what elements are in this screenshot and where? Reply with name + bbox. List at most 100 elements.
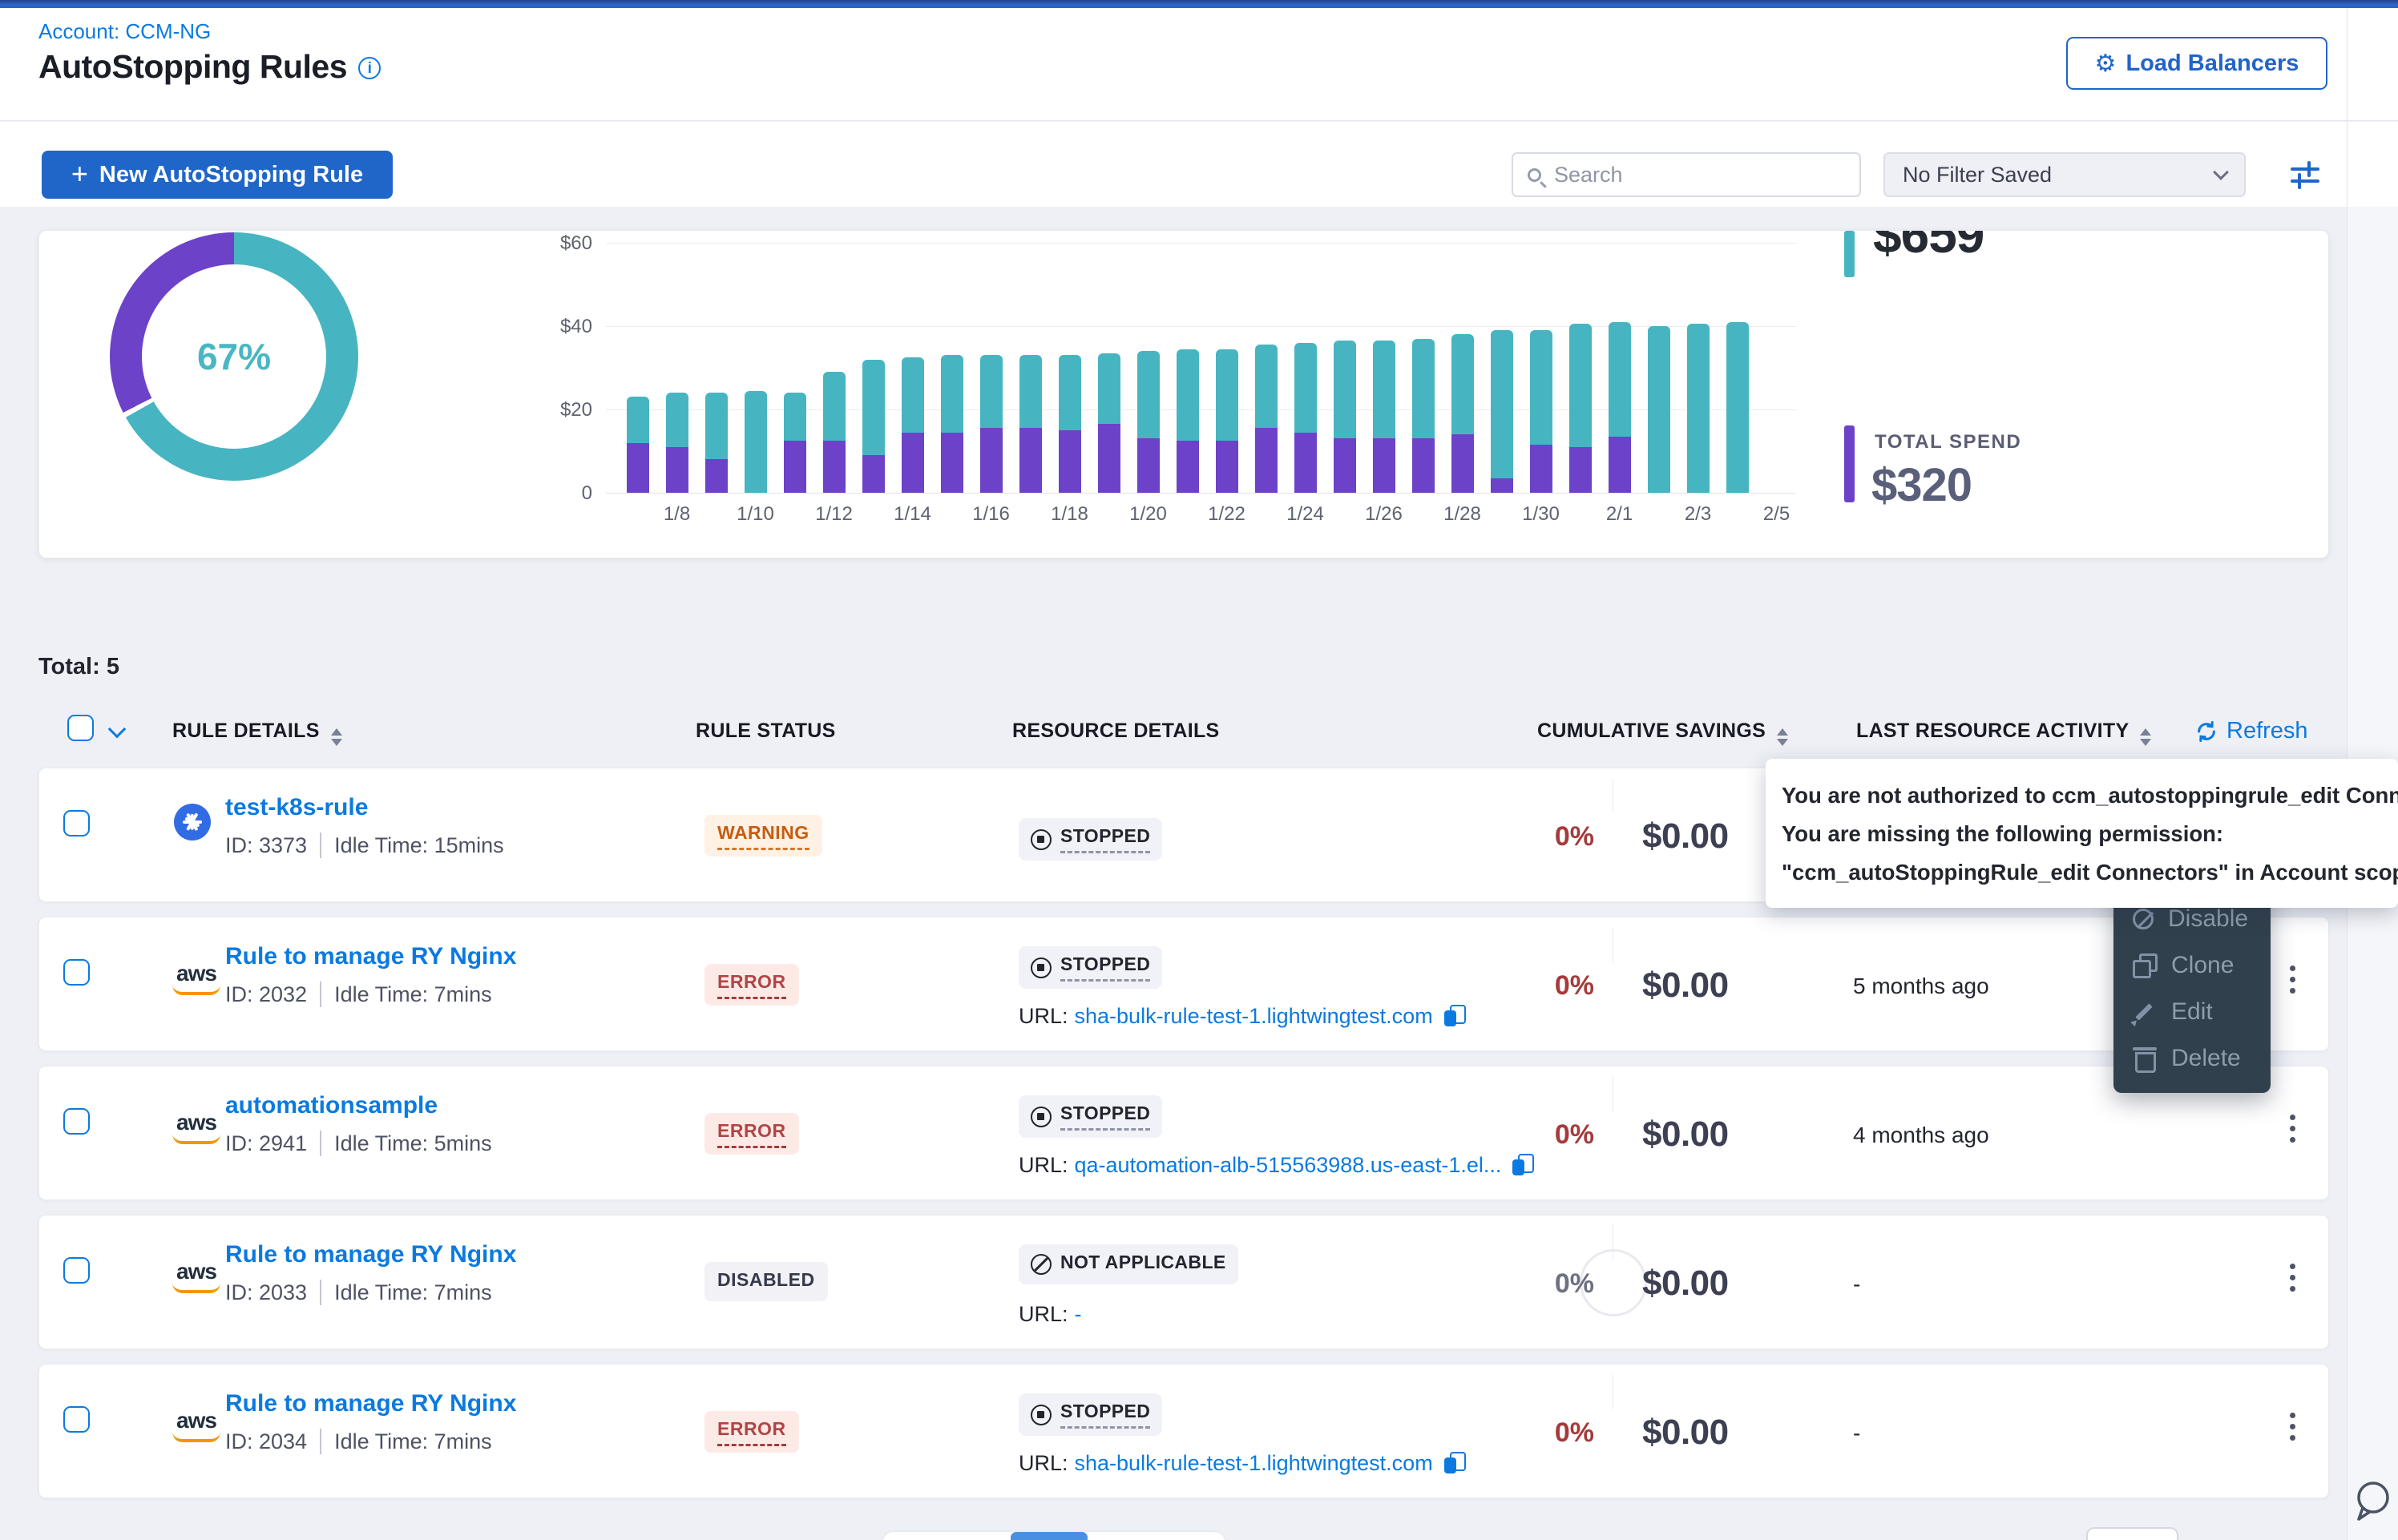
- select-all-checkbox[interactable]: [67, 715, 94, 741]
- column-rule-status: RULE STATUS: [696, 720, 836, 743]
- rule-name-link[interactable]: Rule to manage RY Nginx: [225, 1241, 516, 1268]
- x-axis-tick: 1/16: [971, 503, 1011, 526]
- savings-percentage: 0%: [1514, 1119, 1594, 1151]
- pagination-current-page[interactable]: [1011, 1532, 1088, 1540]
- y-axis-tick: $20: [544, 399, 592, 421]
- savings-value: $0.00: [1642, 1413, 1729, 1453]
- bar-slot: [1207, 231, 1246, 493]
- y-axis-tick: 0: [544, 482, 592, 505]
- x-axis-tick: 2/1: [1600, 503, 1639, 526]
- row-checkbox[interactable]: [63, 1108, 90, 1135]
- savings-value: $0.00: [1642, 1264, 1729, 1304]
- rule-name-link[interactable]: test-k8s-rule: [225, 794, 368, 821]
- x-axis-tick: [1325, 503, 1364, 526]
- aws-icon: aws: [172, 961, 220, 995]
- resource-url-link[interactable]: sha-bulk-rule-test-1.lightwingtest.com: [1075, 1004, 1433, 1029]
- tooltip-line: You are missing the following permission…: [1782, 815, 2398, 853]
- context-menu-item-delete[interactable]: Delete: [2113, 1035, 2271, 1082]
- resource-url-link[interactable]: -: [1075, 1302, 1082, 1327]
- rule-name-link[interactable]: Rule to manage RY Nginx: [225, 1390, 516, 1417]
- resource-url-link[interactable]: sha-bulk-rule-test-1.lightwingtest.com: [1075, 1451, 1433, 1476]
- bar-slot: [893, 231, 932, 493]
- filter-sliders-icon[interactable]: [2289, 159, 2321, 191]
- bar-slot: [775, 231, 814, 493]
- select-menu-chevron-icon[interactable]: [108, 720, 127, 739]
- column-last-resource-activity[interactable]: LAST RESOURCE ACTIVITY: [1856, 720, 2151, 746]
- refresh-button[interactable]: Refresh: [2194, 718, 2308, 744]
- rule-meta: ID: 2033Idle Time: 7mins: [225, 1280, 492, 1305]
- gear-icon: ⚙: [2095, 50, 2117, 78]
- stacked-bar: [1334, 341, 1356, 493]
- stacked-bar: [1177, 349, 1199, 493]
- load-balancers-button[interactable]: ⚙ Load Balancers: [2066, 37, 2327, 90]
- rule-name-link[interactable]: Rule to manage RY Nginx: [225, 943, 516, 970]
- stacked-bar: [980, 355, 1003, 493]
- context-menu-item-edit[interactable]: Edit: [2113, 989, 2271, 1035]
- resource-state-icon: [1031, 829, 1052, 850]
- stacked-bar: [1491, 330, 1513, 493]
- row-checkbox[interactable]: [63, 959, 90, 986]
- row-checkbox[interactable]: [63, 1257, 90, 1284]
- new-autostopping-rule-button[interactable]: + New AutoStopping Rule: [42, 151, 393, 199]
- bar-slot: [1246, 231, 1286, 493]
- stacked-bar: [627, 397, 649, 493]
- copy-icon[interactable]: [1444, 1005, 1465, 1029]
- table-row[interactable]: aws Rule to manage RY Nginx ID: 2034Idle…: [38, 1364, 2329, 1498]
- stacked-bar: [1726, 322, 1749, 493]
- page-size-selector[interactable]: [2086, 1527, 2178, 1540]
- rule-meta: ID: 2941Idle Time: 5mins: [225, 1131, 492, 1156]
- stacked-bar: [1609, 322, 1631, 493]
- x-axis-tick: 1/8: [657, 503, 696, 526]
- rule-name-link[interactable]: automationsample: [225, 1092, 438, 1119]
- table-row[interactable]: aws Rule to manage RY Nginx ID: 2032Idle…: [38, 917, 2329, 1051]
- info-icon[interactable]: i: [358, 57, 381, 79]
- sort-icon[interactable]: [331, 728, 342, 746]
- sort-icon[interactable]: [2140, 728, 2151, 746]
- resource-state-badge: NOT APPLICABLE: [1019, 1244, 1238, 1284]
- row-actions-kebab-icon[interactable]: [2283, 959, 2302, 1000]
- stacked-bar: [1412, 339, 1435, 493]
- copy-icon[interactable]: [1512, 1154, 1533, 1178]
- breadcrumb-account[interactable]: Account: CCM-NG: [38, 19, 211, 44]
- savings-percentage: 0%: [1514, 821, 1594, 853]
- chat-bubble-icon[interactable]: [2348, 1476, 2396, 1526]
- resource-state-badge: STOPPED: [1019, 818, 1162, 861]
- search-input[interactable]: [1552, 162, 1825, 188]
- context-menu-item-clone[interactable]: Clone: [2113, 942, 2271, 989]
- row-actions-kebab-icon[interactable]: [2283, 1257, 2302, 1298]
- table-row[interactable]: aws automationsample ID: 2941Idle Time: …: [38, 1066, 2329, 1200]
- x-axis-tick: 1/26: [1364, 503, 1403, 526]
- sort-icon[interactable]: [1777, 728, 1788, 746]
- x-axis-tick: [1089, 503, 1128, 526]
- autostopping-rules-page: Account: CCM-NG AutoStopping Rulesi ⚙ Lo…: [0, 0, 2398, 1540]
- resource-url: URL:qa-automation-alb-515563988.us-east-…: [1019, 1153, 1533, 1178]
- savings-percentage: 0%: [1514, 970, 1594, 1002]
- x-axis-tick: [1639, 503, 1678, 526]
- bar-slot: [657, 231, 696, 493]
- summary-chart-card: 67% $60 $40 $20 0 1/81/101/121/141/161/1…: [38, 230, 2329, 558]
- bar-slot: [1482, 231, 1521, 493]
- resource-url-link[interactable]: qa-automation-alb-515563988.us-east-1.el…: [1075, 1153, 1502, 1178]
- saved-filter-dropdown[interactable]: No Filter Saved: [1883, 152, 2246, 197]
- rule-meta: ID: 2032Idle Time: 7mins: [225, 982, 492, 1007]
- row-actions-kebab-icon[interactable]: [2283, 1108, 2302, 1149]
- kubernetes-icon: [174, 804, 211, 841]
- bar-slot: [932, 231, 971, 493]
- column-cumulative-savings[interactable]: CUMULATIVE SAVINGS: [1537, 720, 1788, 746]
- resource-url: URL:sha-bulk-rule-test-1.lightwingtest.c…: [1019, 1004, 1465, 1029]
- tooltip-line: "ccm_autoStoppingRule_edit Connectors" i…: [1782, 853, 2398, 892]
- row-actions-kebab-icon[interactable]: [2283, 1406, 2302, 1447]
- row-checkbox[interactable]: [63, 1406, 90, 1433]
- resource-state-icon: [1031, 1254, 1052, 1275]
- row-checkbox[interactable]: [63, 810, 90, 837]
- x-axis-tick: [1482, 503, 1521, 526]
- column-rule-details[interactable]: RULE DETAILS: [172, 720, 342, 746]
- stacked-bar: [1569, 324, 1592, 493]
- bar-slot: [1639, 231, 1678, 493]
- delete-icon: [2133, 1046, 2157, 1070]
- row-context-menu: Disable Clone Edit Delete: [2113, 885, 2271, 1093]
- copy-icon[interactable]: [1444, 1452, 1465, 1476]
- bar-slot: [618, 231, 657, 493]
- table-row[interactable]: aws Rule to manage RY Nginx ID: 2033Idle…: [38, 1215, 2329, 1349]
- rule-status-badge: ERROR: [704, 964, 799, 1006]
